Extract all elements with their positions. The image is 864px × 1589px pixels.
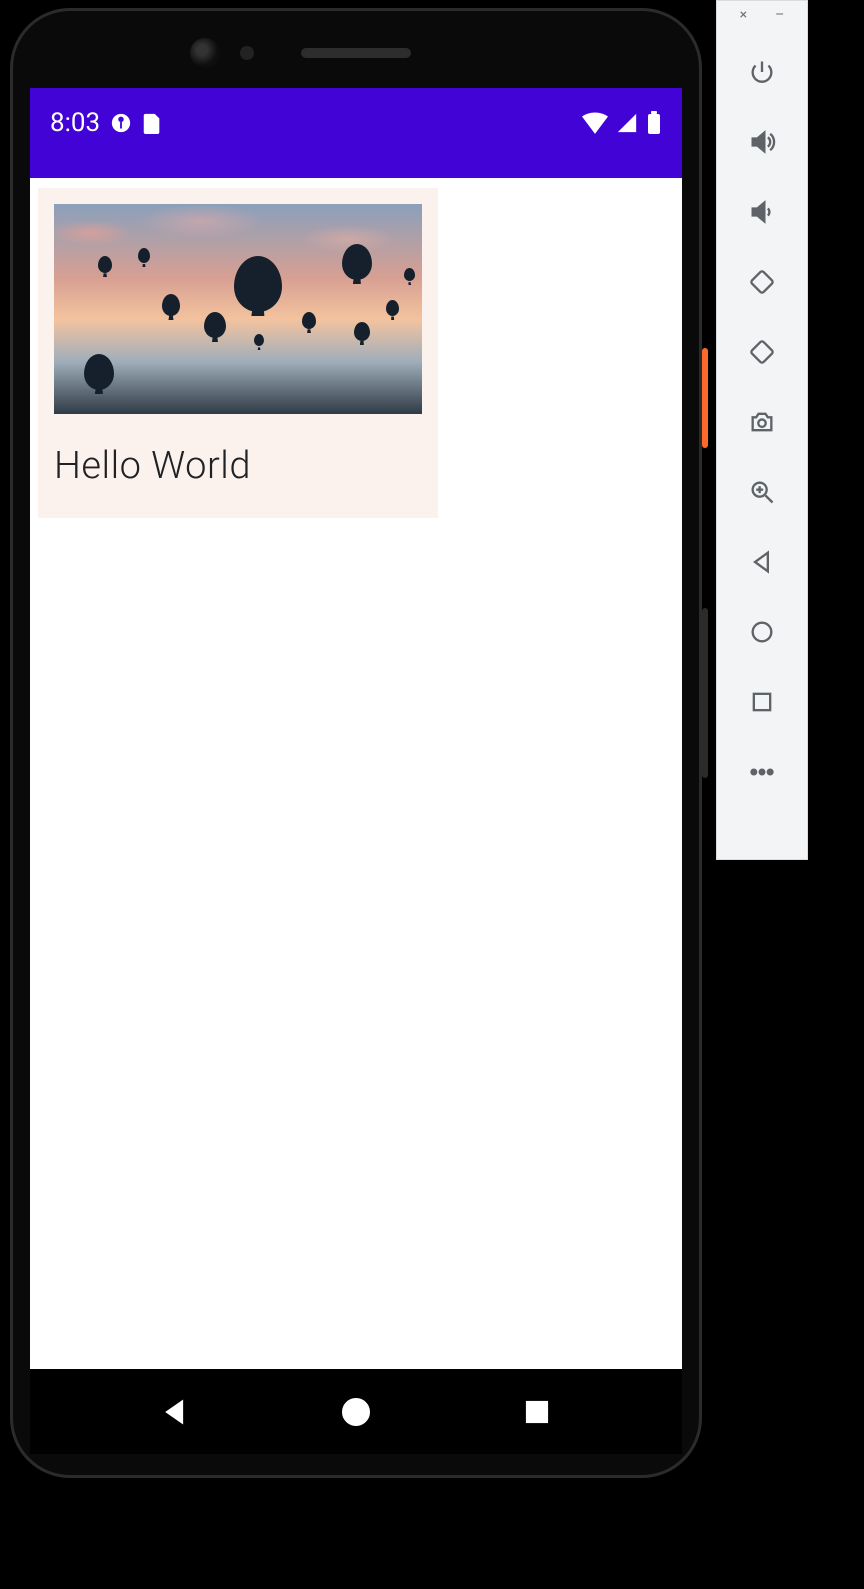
volume-down-icon <box>748 198 776 226</box>
emu-overview-button[interactable] <box>740 680 784 724</box>
rotate-right-icon <box>748 338 776 366</box>
app-content: Hello World <box>30 178 682 1369</box>
more-icon <box>748 758 776 786</box>
wifi-icon <box>582 112 608 134</box>
window-close-button[interactable]: × <box>740 7 747 23</box>
card-image <box>54 204 422 414</box>
window-minimize-button[interactable]: – <box>775 7 784 23</box>
nav-back-button[interactable] <box>158 1395 192 1429</box>
debug-icon <box>110 112 132 134</box>
status-time: 8:03 <box>50 108 100 138</box>
card-title: Hello World <box>54 444 422 488</box>
volume-up-icon <box>748 128 776 156</box>
status-left: 8:03 <box>50 108 162 138</box>
emulator-toolbar: × – <box>716 0 808 860</box>
rotate-left-button[interactable] <box>740 260 784 304</box>
square-overview-icon <box>748 688 776 716</box>
triangle-back-icon <box>748 548 776 576</box>
device-frame: 8:03 <box>10 8 702 1478</box>
volume-up-button[interactable] <box>740 120 784 164</box>
circle-home-icon <box>748 618 776 646</box>
front-camera <box>190 38 220 68</box>
sensor-dot <box>240 46 254 60</box>
emu-back-button[interactable] <box>740 540 784 584</box>
power-icon <box>748 58 776 86</box>
nav-home-button[interactable] <box>339 1395 373 1429</box>
screenshot-button[interactable] <box>740 400 784 444</box>
signal-icon <box>616 112 638 134</box>
camera-icon <box>748 408 776 436</box>
device-screen: 8:03 <box>30 88 682 1454</box>
nav-back-icon <box>160 1397 190 1427</box>
nav-recent-icon <box>523 1398 551 1426</box>
status-right <box>582 111 662 135</box>
zoom-icon <box>748 478 776 506</box>
sd-icon <box>142 112 162 134</box>
emulator-window-controls: × – <box>717 7 807 37</box>
volume-down-button[interactable] <box>740 190 784 234</box>
emu-more-button[interactable] <box>740 750 784 794</box>
power-button[interactable] <box>740 50 784 94</box>
navigation-bar <box>30 1369 682 1454</box>
speaker-grille <box>301 48 411 58</box>
rotate-right-button[interactable] <box>740 330 784 374</box>
zoom-button[interactable] <box>740 470 784 514</box>
rotate-left-icon <box>748 268 776 296</box>
nav-recent-button[interactable] <box>520 1395 554 1429</box>
battery-icon <box>646 111 662 135</box>
hello-card[interactable]: Hello World <box>38 188 438 518</box>
nav-home-icon <box>340 1396 372 1428</box>
status-bar: 8:03 <box>30 88 682 178</box>
emu-home-button[interactable] <box>740 610 784 654</box>
